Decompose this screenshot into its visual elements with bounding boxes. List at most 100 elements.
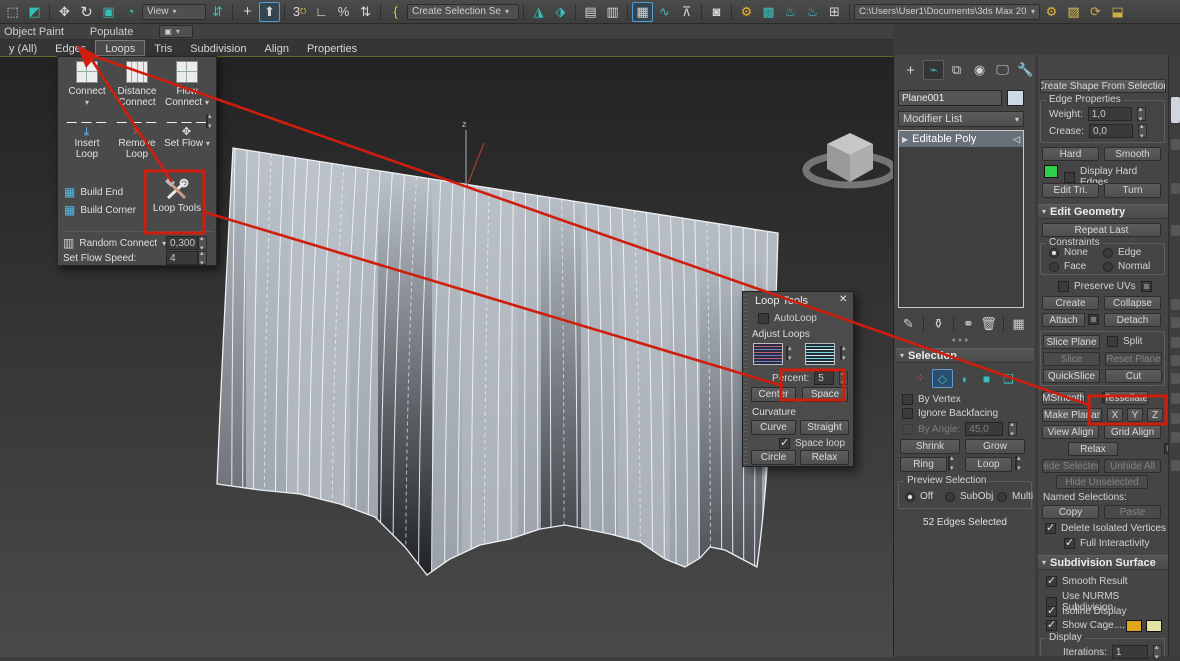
vertex-subobject-icon[interactable]: ⁘ bbox=[910, 369, 931, 388]
make-planar-x-button[interactable]: X bbox=[1107, 408, 1123, 422]
adjust-loop-right-spinner[interactable] bbox=[840, 346, 842, 360]
attach-settings-icon[interactable] bbox=[1088, 314, 1099, 325]
show-end-result-icon[interactable]: ⚱ bbox=[930, 314, 947, 334]
center-button[interactable]: Center bbox=[751, 387, 796, 402]
constraint-none-radio[interactable]: None bbox=[1049, 247, 1088, 258]
menu-item-remove-loop[interactable]: ― ― ―✕ Remove Loop bbox=[112, 119, 162, 160]
preserve-uvs-checkbox[interactable]: Preserve UVs bbox=[1058, 281, 1152, 292]
make-planar-button[interactable]: Make Planar bbox=[1042, 408, 1102, 422]
smooth-result-checkbox[interactable]: Smooth Result bbox=[1046, 576, 1128, 587]
paint-selection-icon[interactable]: ◩ bbox=[24, 2, 45, 22]
by-vertex-checkbox[interactable]: By Vertex bbox=[902, 394, 961, 405]
constraint-edge-radio[interactable]: Edge bbox=[1103, 247, 1141, 258]
mirror-icon[interactable]: ◮ bbox=[528, 2, 549, 22]
select-place-icon[interactable]: ⇵ bbox=[207, 2, 228, 22]
reference-coordinate-dropdown[interactable]: View ▾ bbox=[142, 4, 206, 20]
set-flow-spinner[interactable] bbox=[206, 115, 208, 127]
cage-color-swatch-1[interactable] bbox=[1126, 620, 1142, 632]
ribbon-tab-object-paint[interactable]: Object Paint bbox=[4, 26, 64, 38]
cut-button[interactable]: Cut bbox=[1105, 369, 1162, 383]
turn-button[interactable]: Turn bbox=[1104, 183, 1161, 198]
constraint-normal-radio[interactable]: Normal bbox=[1103, 261, 1150, 272]
render-last-icon[interactable]: ⬓ bbox=[1107, 2, 1128, 22]
element-subobject-icon[interactable]: ❑ bbox=[998, 369, 1019, 388]
hard-button[interactable]: Hard bbox=[1042, 147, 1099, 161]
preview-off-radio[interactable]: Off bbox=[905, 491, 933, 502]
relax-loop-button[interactable]: Relax bbox=[800, 450, 849, 465]
collapse-button[interactable]: Collapse bbox=[1104, 296, 1161, 310]
pin-stack-icon[interactable]: ✎ bbox=[900, 314, 917, 334]
view-align-button[interactable]: View Align bbox=[1042, 425, 1099, 439]
border-subobject-icon[interactable]: ◗ bbox=[954, 369, 975, 388]
unhide-all-button[interactable]: Unhide All bbox=[1104, 459, 1161, 473]
shrink-button[interactable]: Shrink bbox=[900, 439, 960, 454]
utilities-tab-icon[interactable]: 🔧 bbox=[1015, 60, 1036, 80]
expand-arrow-icon[interactable]: ▶ bbox=[902, 135, 908, 144]
schematic-view-icon[interactable]: ⊼ bbox=[676, 2, 697, 22]
by-angle-field[interactable]: 45,0 bbox=[965, 422, 1003, 436]
crease-spinner[interactable] bbox=[1138, 124, 1147, 138]
smooth-button[interactable]: Smooth bbox=[1104, 147, 1161, 161]
create-shape-button[interactable]: Create Shape From Selection bbox=[1040, 79, 1166, 93]
circle-button[interactable]: Circle bbox=[751, 450, 796, 465]
object-color-swatch[interactable] bbox=[1007, 90, 1024, 106]
make-planar-z-button[interactable]: Z bbox=[1147, 408, 1163, 422]
menu-item-random-connect[interactable]: ▥ Random Connect bbox=[63, 237, 166, 249]
close-icon[interactable]: ✕ bbox=[839, 294, 847, 305]
spinner-snap-icon[interactable]: ⇅ bbox=[355, 2, 376, 22]
straight-button[interactable]: Straight bbox=[800, 420, 849, 435]
toggle-ribbon-icon[interactable]: ▦ bbox=[632, 2, 653, 22]
curve-editor-icon[interactable]: ∿ bbox=[654, 2, 675, 22]
quickslice-button[interactable]: QuickSlice bbox=[1043, 369, 1100, 383]
menu-item-build-corner[interactable]: ▦ Build Corner bbox=[64, 204, 136, 216]
adjust-loop-left-spinner[interactable] bbox=[786, 346, 788, 360]
slice-plane-button[interactable]: Slice Plane bbox=[1043, 335, 1100, 349]
edit-tri-button[interactable]: Edit Tri. bbox=[1042, 183, 1099, 198]
repeat-last-button[interactable]: Repeat Last bbox=[1042, 223, 1161, 237]
split-checkbox[interactable]: Split bbox=[1107, 336, 1142, 347]
tab-properties[interactable]: Properties bbox=[298, 40, 366, 56]
preserve-uvs-settings-icon[interactable] bbox=[1141, 281, 1152, 292]
by-angle-spinner[interactable] bbox=[1008, 422, 1017, 436]
hierarchy-tab-icon[interactable]: ⧉ bbox=[946, 60, 967, 80]
subdivision-surface-rollout-header[interactable]: Subdivision Surface bbox=[1038, 555, 1169, 570]
create-button[interactable]: Create bbox=[1042, 296, 1099, 310]
ring-spinner[interactable] bbox=[948, 456, 950, 470]
create-tab-icon[interactable]: + bbox=[900, 60, 921, 80]
slice-button[interactable]: Slice bbox=[1043, 352, 1100, 366]
tab-tris[interactable]: Tris bbox=[145, 40, 181, 56]
modifier-stack[interactable]: ▶ Editable Poly ◁ bbox=[898, 130, 1024, 308]
constraint-face-radio[interactable]: Face bbox=[1049, 261, 1086, 272]
modify-tab-icon[interactable]: ⌁ bbox=[923, 60, 944, 80]
configure-modifier-sets-icon[interactable]: ▦ bbox=[1010, 314, 1027, 334]
selection-region-icon[interactable]: ⬚ bbox=[2, 2, 23, 22]
hide-selected-button[interactable]: Hide Selected bbox=[1042, 459, 1099, 473]
ribbon-tab-populate[interactable]: Populate bbox=[90, 26, 133, 38]
relax-button[interactable]: Relax bbox=[1068, 442, 1118, 456]
make-unique-icon[interactable]: ⚭ bbox=[960, 314, 977, 334]
percent-snap-icon[interactable]: % bbox=[333, 2, 354, 22]
isoline-display-checkbox[interactable]: Isoline Display bbox=[1046, 606, 1126, 617]
dialog-grip[interactable] bbox=[743, 292, 748, 466]
cage-color-swatch-2[interactable] bbox=[1146, 620, 1162, 632]
display-tab-icon[interactable]: 🖵 bbox=[992, 60, 1013, 80]
menu-item-distance-connect[interactable]: Distance Connect bbox=[112, 61, 162, 108]
menu-item-loop-tools[interactable]: Loop Tools bbox=[149, 176, 205, 232]
percent-spinner[interactable] bbox=[839, 371, 848, 385]
snaps-toggle-icon[interactable]: 3ᘮ bbox=[289, 2, 310, 22]
tab-align[interactable]: Align bbox=[255, 40, 297, 56]
object-name-field[interactable]: Plane001 bbox=[898, 90, 1002, 106]
random-connect-value[interactable]: 0,300 bbox=[166, 236, 207, 250]
rollout-splitter[interactable]: ●●● bbox=[898, 337, 1024, 344]
select-move-icon[interactable]: ✥ bbox=[54, 2, 75, 22]
rotate-icon[interactable]: ↻ bbox=[76, 2, 97, 22]
space-button[interactable]: Space bbox=[802, 387, 848, 402]
iterations-spinner[interactable] bbox=[1153, 645, 1162, 659]
delete-isolated-vertices-checkbox[interactable]: Delete Isolated Vertices bbox=[1045, 523, 1166, 534]
keyboard-override-button[interactable]: ⬆ bbox=[259, 2, 280, 22]
stack-item-editable-poly[interactable]: ▶ Editable Poly ◁ bbox=[899, 131, 1023, 147]
tab-subdivision[interactable]: Subdivision bbox=[181, 40, 255, 56]
set-flow-speed-field[interactable]: 4 bbox=[166, 251, 198, 265]
grow-button[interactable]: Grow bbox=[965, 439, 1025, 454]
loop-button[interactable]: Loop bbox=[965, 457, 1012, 472]
